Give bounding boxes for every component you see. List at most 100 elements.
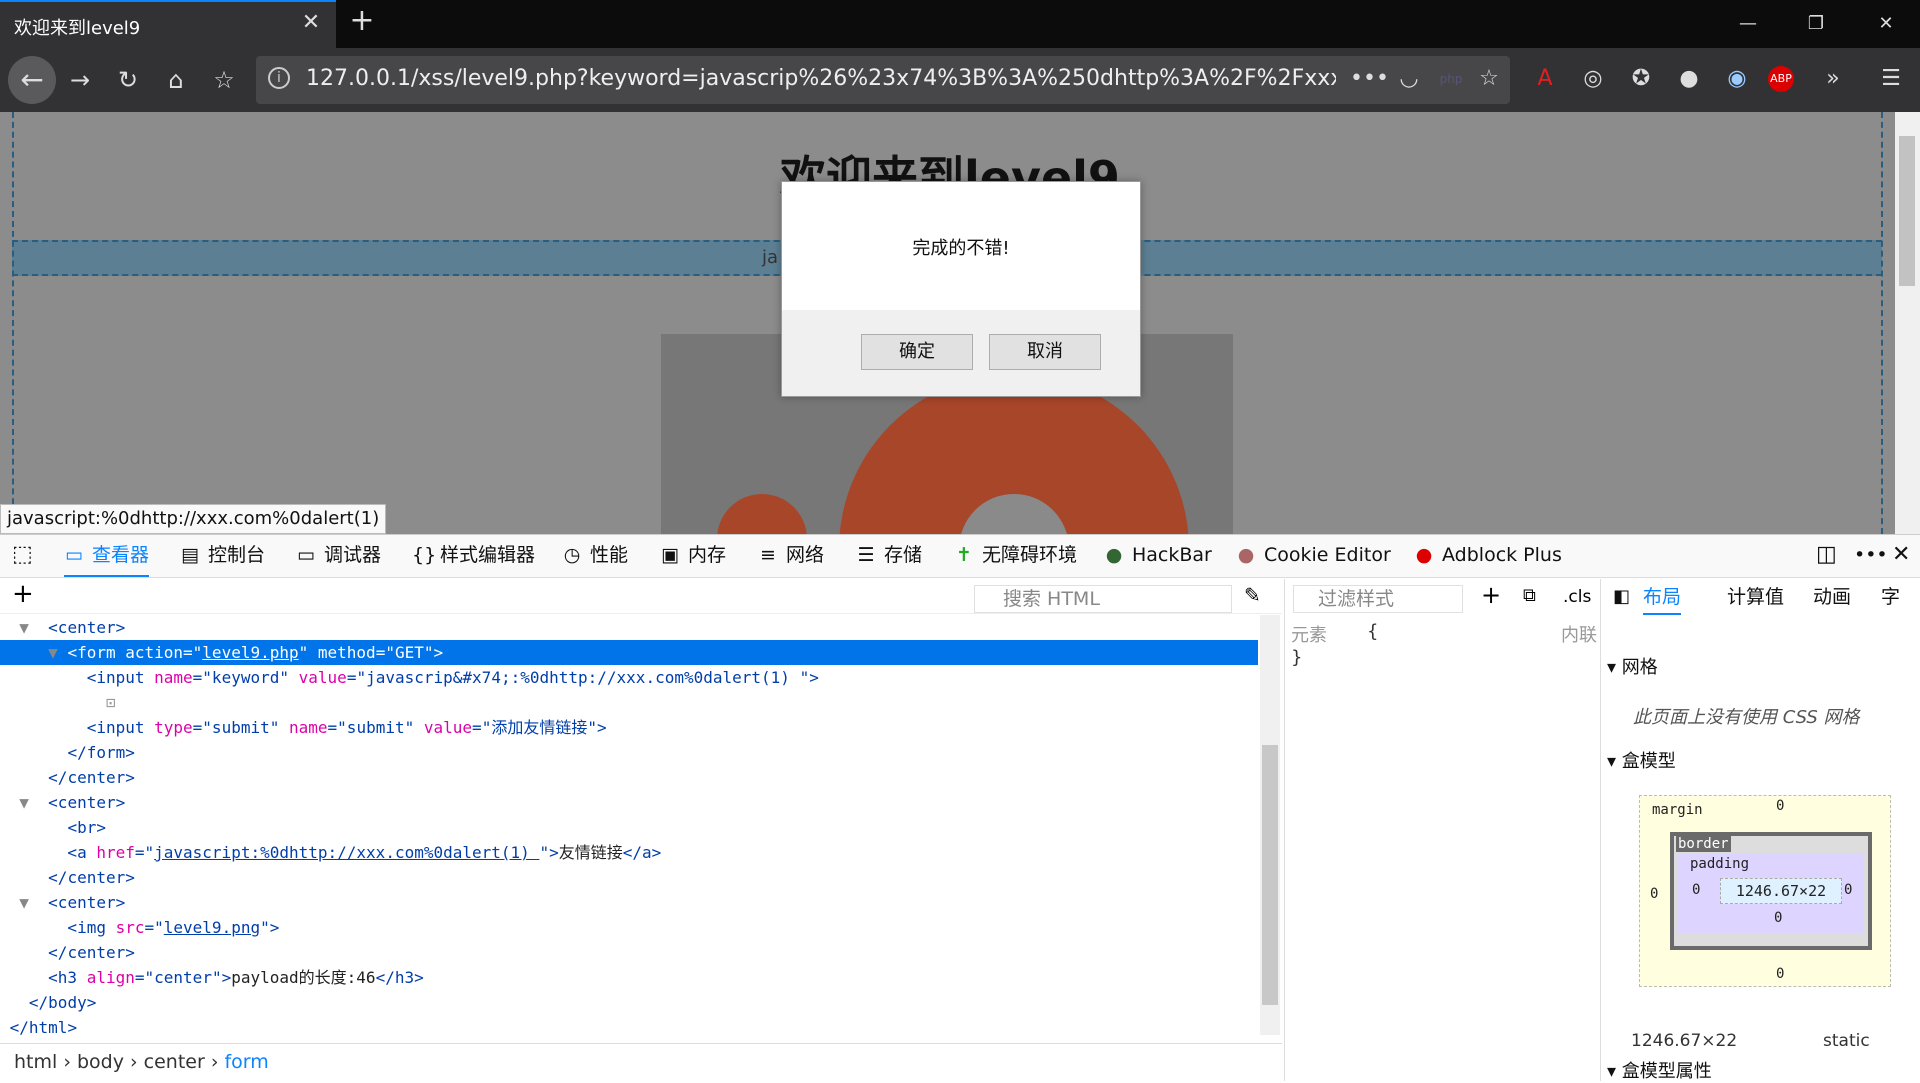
tab-animations[interactable]: 动画	[1813, 581, 1851, 613]
extension-icon[interactable]: ◎	[1576, 62, 1610, 96]
dock-icon[interactable]: ◫	[1816, 535, 1837, 575]
markup-line[interactable]: </center>	[0, 865, 1258, 890]
pdf-icon[interactable]: A	[1528, 62, 1562, 96]
tab-style-editor[interactable]: {} 样式编辑器	[412, 535, 535, 575]
tab-storage[interactable]: ☰ 存储	[856, 535, 922, 575]
tab-fonts[interactable]: 字	[1881, 581, 1900, 613]
menu-icon[interactable]: ☰	[1874, 62, 1908, 96]
style-editor-icon: {}	[412, 544, 437, 566]
page-scrollbar[interactable]	[1895, 112, 1920, 534]
browser-tab[interactable]: 欢迎来到level9 ✕	[0, 0, 336, 48]
globe-extension-icon[interactable]: ◉	[1720, 62, 1754, 96]
reload-icon[interactable]: ↻	[108, 60, 148, 100]
markup-line[interactable]: </html>	[0, 1015, 1258, 1035]
url-text[interactable]: 127.0.0.1/xss/level9.php?keyword=javascr…	[306, 66, 1336, 91]
tab-inspector[interactable]: ▭ 查看器	[64, 535, 150, 577]
markup-line[interactable]: </form>	[0, 740, 1258, 765]
tab-hackbar[interactable]: ● HackBar	[1104, 535, 1212, 575]
restore-icon[interactable]: ❐	[1786, 0, 1846, 48]
hackbar-icon: ●	[1105, 544, 1123, 566]
tab-label: 样式编辑器	[440, 544, 536, 566]
php-icon[interactable]: php	[1434, 62, 1468, 96]
tab-adblock-plus[interactable]: ● Adblock Plus	[1414, 535, 1562, 575]
url-bar[interactable]: i 127.0.0.1/xss/level9.php?keyword=javas…	[256, 56, 1510, 104]
markup-line[interactable]: </center>	[0, 940, 1258, 965]
markup-line[interactable]: ▼ <center>	[0, 790, 1258, 815]
tab-debugger[interactable]: ▭ 调试器	[296, 535, 381, 575]
site-info-icon[interactable]: i	[268, 67, 290, 89]
markup-line[interactable]: </center>	[0, 765, 1258, 790]
adblock-icon[interactable]: ABP	[1768, 66, 1794, 92]
tab-console[interactable]: ▤ 控制台	[180, 535, 265, 575]
back-icon[interactable]: ←	[8, 56, 56, 104]
storage-icon: ☰	[857, 544, 875, 566]
close-window-icon[interactable]: ✕	[1856, 0, 1916, 48]
more-options-icon[interactable]: •••	[1854, 535, 1888, 575]
tab-memory[interactable]: ▣ 内存	[660, 535, 726, 575]
markup-line[interactable]: <h3 align="center">payload的长度:46</h3>	[0, 965, 1258, 990]
breadcrumb-item[interactable]: body	[77, 1051, 124, 1073]
markup-line[interactable]: <br>	[0, 815, 1258, 840]
tab-accessibility[interactable]: ✝ 无障碍环境	[954, 535, 1077, 575]
tab-close-icon[interactable]: ✕	[298, 10, 324, 36]
tab-performance[interactable]: ◷ 性能	[562, 535, 628, 575]
cls-button[interactable]: .cls	[1563, 587, 1591, 607]
search-html-input[interactable]: 搜索 HTML	[974, 585, 1232, 613]
margin-top-value[interactable]: 0	[1776, 798, 1784, 814]
markup-line[interactable]: </body>	[0, 990, 1258, 1015]
tab-cookie-editor[interactable]: ● Cookie Editor	[1236, 535, 1391, 575]
pocket-icon[interactable]: ◡	[1392, 62, 1426, 96]
close-devtools-icon[interactable]: ✕	[1892, 535, 1910, 575]
inspector-icon: ▭	[65, 544, 83, 566]
markup-line[interactable]: ▼ <center>	[0, 890, 1258, 915]
scrollbar-thumb[interactable]	[1262, 745, 1278, 1005]
eyedropper-icon[interactable]: ✎	[1244, 583, 1261, 607]
tab-layout[interactable]: 布局	[1643, 581, 1682, 615]
toggle-pseudo-icon[interactable]: ⧉	[1523, 585, 1536, 606]
scrollbar-thumb[interactable]	[1899, 136, 1915, 286]
padding-left-value[interactable]: 0	[1692, 882, 1700, 898]
section-label: 网格	[1621, 657, 1658, 678]
bookmark-manager-icon[interactable]: ☆	[204, 60, 244, 100]
margin-left-value[interactable]: 0	[1650, 886, 1658, 902]
tab-network[interactable]: ≡ 网络	[758, 535, 824, 575]
keyword-input[interactable]: ja	[762, 247, 778, 268]
alert-dialog: 完成的不错! 确定 取消	[781, 181, 1141, 397]
margin-bottom-value[interactable]: 0	[1776, 966, 1784, 982]
sidebar-toggle-icon[interactable]: ◧	[1613, 581, 1630, 613]
overflow-icon[interactable]: »	[1816, 62, 1850, 96]
boxmodel-section-header[interactable]: ▾ 盒模型	[1607, 747, 1676, 773]
minimize-icon[interactable]: —	[1718, 0, 1778, 48]
add-node-icon[interactable]: +	[12, 579, 34, 609]
bookmark-star-icon[interactable]: ☆	[1472, 62, 1506, 96]
add-rule-icon[interactable]: +	[1481, 581, 1501, 609]
element-dimensions: 1246.67×22	[1631, 1031, 1738, 1051]
markup-line[interactable]: ▼ <center>	[0, 615, 1258, 640]
markup-line-selected[interactable]: ▼ <form action="level9.php" method="GET"…	[0, 640, 1258, 665]
boxmodel-margin: margin 0 0 0 0 border padding 0 0 0 1246…	[1639, 795, 1891, 987]
padding-right-value[interactable]: 0	[1844, 882, 1852, 898]
filter-styles-input[interactable]: 过滤样式	[1293, 585, 1463, 613]
element-picker-icon[interactable]: ⬚	[12, 535, 33, 575]
padding-bottom-value[interactable]: 0	[1774, 910, 1782, 926]
tab-computed[interactable]: 计算值	[1727, 581, 1784, 613]
circle-extension-icon[interactable]: ●	[1672, 62, 1706, 96]
markup-scrollbar[interactable]	[1260, 615, 1280, 1035]
forward-icon[interactable]: →	[60, 60, 100, 100]
markup-line[interactable]: <input type="submit" name="submit" value…	[0, 715, 1258, 740]
grid-section-header[interactable]: ▾ 网格	[1607, 653, 1658, 679]
cancel-button[interactable]: 取消	[989, 334, 1101, 370]
breadcrumb-item[interactable]: html	[14, 1051, 57, 1073]
page-actions-icon[interactable]: •••	[1350, 62, 1389, 96]
new-tab-button[interactable]: +	[347, 6, 377, 36]
markup-line[interactable]: <a href="javascript:%0dhttp://xxx.com%0d…	[0, 840, 1258, 865]
boxprops-section-header[interactable]: ▾ 盒模型属性	[1607, 1057, 1712, 1083]
markup-line[interactable]: <img src="level9.png">	[0, 915, 1258, 940]
home-icon[interactable]: ⌂	[156, 60, 196, 100]
markup-line[interactable]: ⊡	[0, 690, 1258, 715]
cookie-extension-icon[interactable]: ✪	[1624, 62, 1658, 96]
breadcrumb-item-current[interactable]: form	[224, 1051, 268, 1073]
markup-line[interactable]: <input name="keyword" value="javascrip&#…	[0, 665, 1258, 690]
ok-button[interactable]: 确定	[861, 334, 973, 370]
breadcrumb-item[interactable]: center	[144, 1051, 205, 1073]
